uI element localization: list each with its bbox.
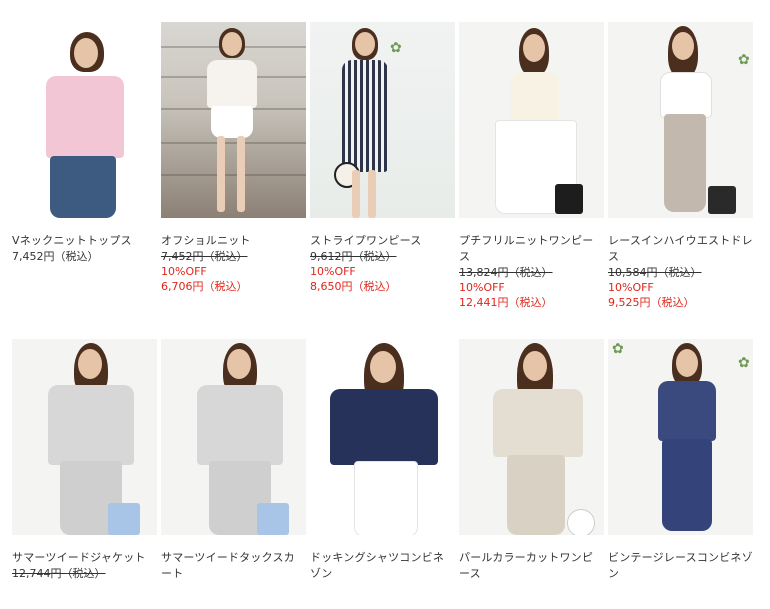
product-card[interactable]: パールカラーカットワンピース [459,339,604,582]
plant-icon: ✿ [738,355,750,371]
product-image[interactable]: ✿ [310,22,455,218]
product-image[interactable]: ✿ ✿ [608,339,753,535]
product-card[interactable]: Vネックニットトップス 7,452円（税込） [12,22,157,310]
original-price: 13,824円（税込） [459,266,553,279]
sale-price: 6,706円（税込） [161,280,248,293]
product-card[interactable]: サマーツイードジャケット 12,744円（税込） [12,339,157,582]
plant-icon: ✿ [738,52,750,68]
product-card[interactable]: プチフリルニットワンピース 13,824円（税込） 10%OFF 12,441円… [459,22,604,310]
product-name[interactable]: サマーツイードタックスカート [161,550,306,582]
original-price: 9,612円（税込） [310,250,397,263]
product-price: 7,452円（税込） [12,250,99,263]
product-name[interactable]: ストライプワンピース [310,233,455,249]
product-card[interactable]: ドッキングシャツコンビネゾン [310,339,455,582]
product-image[interactable] [459,22,604,218]
product-image[interactable] [12,22,157,218]
product-card[interactable]: オフショルニット 7,452円（税込） 10%OFF 6,706円（税込） [161,22,306,310]
product-grid: Vネックニットトップス 7,452円（税込） オフショルニット 7,452円（税… [12,22,756,609]
product-row: Vネックニットトップス 7,452円（税込） オフショルニット 7,452円（税… [12,22,756,310]
discount-label: 10%OFF [608,281,654,294]
product-image[interactable] [459,339,604,535]
product-card[interactable]: ✿ ✿ ビンテージレースコンビネゾン [608,339,753,582]
product-image[interactable] [310,339,455,535]
product-image[interactable] [161,22,306,218]
product-name[interactable]: ビンテージレースコンビネゾン [608,550,753,582]
product-row: サマーツイードジャケット 12,744円（税込） サマーツイードタックスカート [12,339,756,582]
product-name[interactable]: パールカラーカットワンピース [459,550,604,582]
discount-label: 10%OFF [310,265,356,278]
discount-label: 10%OFF [161,265,207,278]
product-name[interactable]: ドッキングシャツコンビネゾン [310,550,455,582]
product-card[interactable]: サマーツイードタックスカート [161,339,306,582]
sale-price: 12,441円（税込） [459,296,553,309]
product-name[interactable]: プチフリルニットワンピース [459,233,604,265]
product-image[interactable]: ✿ [608,22,753,218]
product-name[interactable]: レースインハイウエストドレス [608,233,753,265]
original-price: 12,744円（税込） [12,567,106,580]
product-card[interactable]: ✿ レースインハイウエストドレス 10,584円（税込） 10%OFF 9,52… [608,22,753,310]
product-card[interactable]: ✿ ストライプワンピース 9,612円（税込） 10%OFF 8,650円（税込… [310,22,455,310]
product-name[interactable]: Vネックニットトップス [12,233,157,249]
discount-label: 10%OFF [459,281,505,294]
sale-price: 8,650円（税込） [310,280,397,293]
sale-price: 9,525円（税込） [608,296,695,309]
plant-icon: ✿ [612,341,624,357]
product-name[interactable]: サマーツイードジャケット [12,550,157,566]
product-image[interactable] [12,339,157,535]
original-price: 10,584円（税込） [608,266,702,279]
original-price: 7,452円（税込） [161,250,248,263]
product-image[interactable] [161,339,306,535]
product-name[interactable]: オフショルニット [161,233,306,249]
